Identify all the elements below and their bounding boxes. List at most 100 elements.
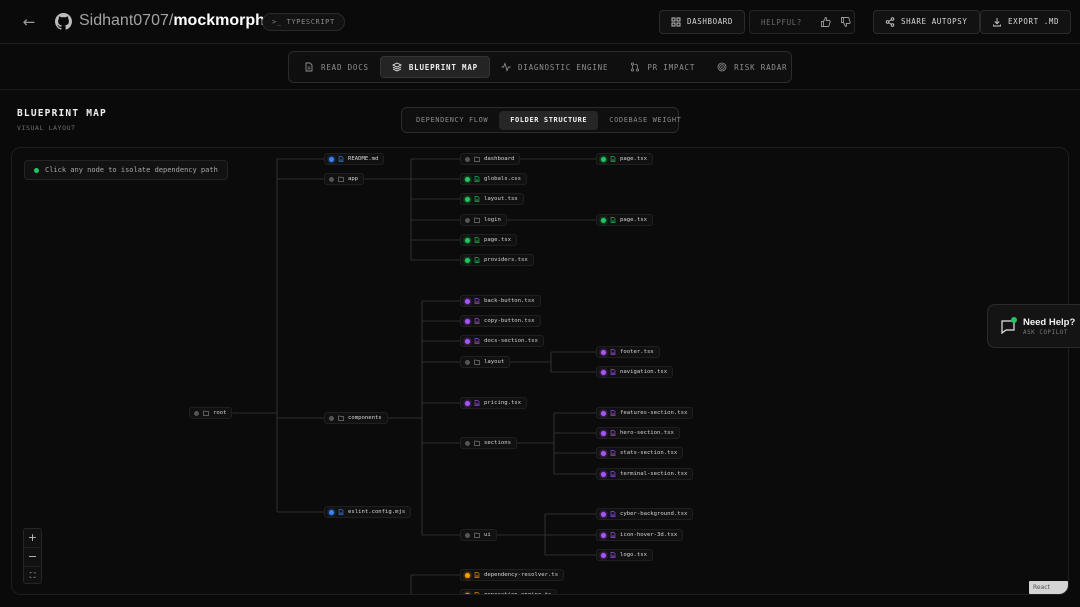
tree-node-ui[interactable]: ui — [460, 529, 497, 541]
tab-risk-radar[interactable]: RISK RADAR — [706, 56, 798, 78]
tree-node-label: generation-engine.ts — [484, 592, 552, 595]
tree-node-root[interactable]: root — [189, 407, 233, 419]
tree-node-dep-res[interactable]: dependency-resolver.ts — [460, 569, 565, 581]
tree-node-components[interactable]: components — [324, 412, 388, 424]
need-help-title: Need Help? — [1023, 317, 1076, 328]
tree-node-label: providers.tsx — [484, 257, 528, 263]
tree-node-gen-eng[interactable]: generation-engine.ts — [460, 589, 558, 595]
node-status-dot — [465, 217, 470, 223]
tree-node-layout-tsx[interactable]: layout.tsx — [460, 193, 524, 205]
tree-node-label: footer.tsx — [620, 349, 654, 355]
tree-edges — [232, 158, 596, 594]
tree-node-globals[interactable]: globals.css — [460, 173, 528, 185]
folder-icon — [338, 176, 344, 182]
file-icon — [338, 509, 344, 515]
tab-blueprint-map[interactable]: BLUEPRINT MAP — [379, 56, 490, 78]
tab-read-docs[interactable]: READ DOCS — [293, 56, 380, 78]
tree-node-cyber[interactable]: cyber-background.tsx — [596, 508, 694, 520]
node-status-dot — [329, 176, 334, 182]
language-label: TYPESCRIPT — [286, 18, 335, 26]
tree-node-hero[interactable]: hero-section.tsx — [596, 427, 680, 439]
dashboard-button[interactable]: DASHBOARD — [659, 10, 746, 34]
tree-node-features[interactable]: features-section.tsx — [596, 407, 694, 419]
node-status-dot — [465, 237, 470, 243]
tree-node-dashboard[interactable]: dashboard — [460, 153, 521, 165]
tab-folder-structure[interactable]: FOLDER STRUCTURE — [499, 110, 599, 130]
grid-icon — [671, 17, 681, 27]
pulse-icon — [501, 62, 511, 72]
language-badge: >_ TYPESCRIPT — [262, 13, 345, 31]
tree-node-docs-sec[interactable]: docs-section.tsx — [460, 335, 544, 347]
github-icon[interactable] — [55, 13, 72, 30]
tree-node-login-page[interactable]: page.tsx — [596, 214, 653, 226]
tree-node-providers[interactable]: providers.tsx — [460, 254, 534, 266]
node-status-dot — [329, 415, 334, 421]
tree-node-label: login — [484, 217, 501, 223]
file-icon — [610, 369, 616, 375]
node-status-dot — [465, 298, 470, 304]
export-md-button[interactable]: EXPORT .MD — [980, 10, 1072, 34]
file-icon — [474, 298, 480, 304]
tree-node-app[interactable]: app — [324, 173, 365, 185]
tree-node-pricing[interactable]: pricing.tsx — [460, 397, 528, 409]
need-help-widget[interactable]: Need Help? ASK COPILOT — [987, 304, 1080, 348]
file-icon — [338, 156, 344, 162]
tree-node-eslint[interactable]: eslint.config.mjs — [324, 506, 412, 518]
tab-codebase-weight[interactable]: CODEBASE WEIGHT — [598, 111, 692, 130]
tree-node-navigation[interactable]: navigation.tsx — [596, 366, 674, 378]
node-status-dot — [601, 552, 606, 558]
tree-node-footer[interactable]: footer.tsx — [596, 346, 660, 358]
node-status-dot — [601, 450, 606, 456]
file-icon — [474, 237, 480, 243]
helpful-label: HELPFUL? — [761, 17, 802, 27]
thumbs-down-icon[interactable] — [840, 16, 852, 28]
tree-node-layout-f[interactable]: layout — [460, 356, 511, 368]
tree-node-back-btn[interactable]: back-button.tsx — [460, 295, 541, 307]
tab-blueprint-map-label: BLUEPRINT MAP — [408, 62, 478, 72]
node-status-dot — [601, 430, 606, 436]
tree-node-iconhover[interactable]: icon-hover-3d.tsx — [596, 529, 684, 541]
tree-node-dash-page[interactable]: page.tsx — [596, 153, 653, 165]
tree-node-logo[interactable]: logo.tsx — [596, 549, 653, 561]
zoom-out-button[interactable]: − — [24, 548, 41, 567]
view-mode-tabs: DEPENDENCY FLOW FOLDER STRUCTURE CODEBAS… — [401, 107, 681, 133]
tree-node-label: page.tsx — [484, 237, 511, 243]
zoom-controls: + − ⛶ — [23, 528, 42, 584]
tree-node-label: root — [213, 410, 227, 416]
share-autopsy-button[interactable]: SHARE AUTOPSY — [873, 10, 980, 34]
folder-icon — [474, 156, 480, 162]
tree-node-label: navigation.tsx — [620, 369, 668, 375]
tree-node-app-page[interactable]: page.tsx — [460, 234, 517, 246]
file-icon — [610, 450, 616, 456]
tab-diagnostic-engine[interactable]: DIAGNOSTIC ENGINE — [490, 56, 619, 78]
tree-node-label: stats-section.tsx — [620, 450, 678, 456]
tree-node-label: layout — [484, 359, 505, 365]
tree-node-stats[interactable]: stats-section.tsx — [596, 447, 684, 459]
tree-node-sections[interactable]: sections — [460, 437, 517, 449]
tree-node-label: hero-section.tsx — [620, 430, 674, 436]
node-status-dot — [465, 400, 470, 406]
tree-node-copy-btn[interactable]: copy-button.tsx — [460, 315, 541, 327]
fit-view-button[interactable]: ⛶ — [24, 567, 41, 585]
back-arrow-icon[interactable]: ← — [20, 13, 38, 31]
tree-node-label: icon-hover-3d.tsx — [620, 532, 678, 538]
repo-title: Sidhant0707/mockmorph — [79, 11, 265, 31]
tree-node-login[interactable]: login — [460, 214, 507, 226]
tab-dependency-flow[interactable]: DEPENDENCY FLOW — [405, 111, 499, 130]
thumbs-up-icon[interactable] — [820, 16, 832, 28]
file-icon — [610, 552, 616, 558]
tree-node-label: README.md — [348, 156, 379, 162]
hint-text: Click any node to isolate dependency pat… — [45, 166, 218, 174]
tree-node-terminal[interactable]: terminal-section.tsx — [596, 468, 694, 480]
folder-icon — [338, 415, 344, 421]
zoom-in-button[interactable]: + — [24, 529, 41, 548]
tree-node-readme[interactable]: README.md — [324, 153, 385, 165]
section-title: BLUEPRINT MAP — [17, 108, 107, 119]
blueprint-canvas[interactable]: Click any node to isolate dependency pat… — [11, 147, 1069, 595]
tree-node-label: back-button.tsx — [484, 298, 535, 304]
repo-name: mockmorph — [173, 12, 265, 29]
tab-pr-impact[interactable]: PR IMPACT — [619, 56, 706, 78]
react-flow-attribution[interactable]: React Flow — [1029, 581, 1068, 594]
tab-pr-impact-label: PR IMPACT — [647, 62, 696, 72]
folder-icon — [474, 217, 480, 223]
